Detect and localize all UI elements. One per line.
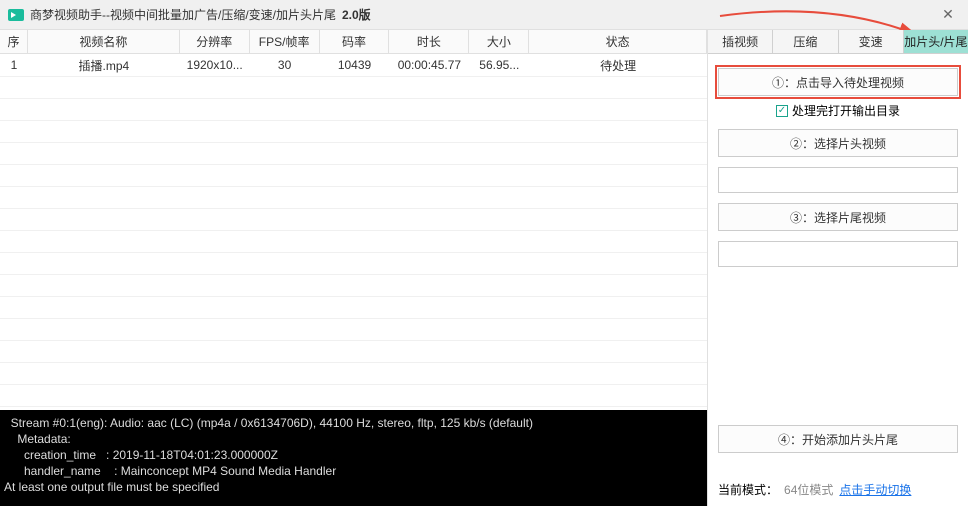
mode-value: 64位模式 [784,481,833,498]
cell-duration: 00:00:45.77 [389,54,469,76]
cell-size: 56.95... [469,54,529,76]
table-body: 1 插播.mp4 1920x10... 30 10439 00:00:45.77… [0,54,707,76]
table-row[interactable]: 1 插播.mp4 1920x10... 30 10439 00:00:45.77… [0,54,707,76]
tail-video-display [718,241,958,267]
col-fps[interactable]: FPS/帧率 [250,30,320,53]
col-bitrate[interactable]: 码率 [320,30,390,53]
right-pane: 插视频 压缩 变速 加片头/片尾 ①：点击导入待处理视频 ✓ 处理完打开输出目录… [708,30,968,506]
panel-head-tail: ①：点击导入待处理视频 ✓ 处理完打开输出目录 ②：选择片头视频 ③：选择片尾视… [708,54,968,473]
col-name[interactable]: 视频名称 [28,30,180,53]
cell-fps: 30 [250,54,320,76]
tab-bar: 插视频 压缩 变速 加片头/片尾 [708,30,968,54]
cell-name: 插播.mp4 [28,54,180,76]
mode-row: 当前模式： 64位模式 点击手动切换 [708,473,968,506]
cell-index: 1 [0,54,28,76]
col-resolution[interactable]: 分辨率 [180,30,250,53]
mode-switch-link[interactable]: 点击手动切换 [839,481,911,498]
table-empty-area [0,76,707,410]
col-index[interactable]: 序 [0,30,28,53]
col-status[interactable]: 状态 [529,30,707,53]
col-duration[interactable]: 时长 [389,30,469,53]
open-output-checkbox-row[interactable]: ✓ 处理完打开输出目录 [718,102,958,119]
col-size[interactable]: 大小 [469,30,529,53]
head-video-display [718,167,958,193]
cell-resolution: 1920x10... [180,54,250,76]
window-version: 2.0版 [342,6,371,23]
title-bar: 商梦视频助手--视频中间批量加广告/压缩/变速/加片头片尾 2.0版 ✕ [0,0,968,30]
table-header: 序 视频名称 分辨率 FPS/帧率 码率 时长 大小 状态 [0,30,707,54]
console-output[interactable]: Stream #0:1(eng): Audio: aac (LC) (mp4a … [0,410,707,506]
app-icon [8,9,24,21]
close-button[interactable]: ✕ [936,3,960,27]
tab-insert-video[interactable]: 插视频 [708,30,773,53]
tab-speed[interactable]: 变速 [839,30,904,53]
select-head-button[interactable]: ②：选择片头视频 [718,129,958,157]
cell-bitrate: 10439 [320,54,390,76]
open-output-label: 处理完打开输出目录 [792,102,900,119]
start-add-button[interactable]: ④：开始添加片头片尾 [718,425,958,453]
tab-head-tail[interactable]: 加片头/片尾 [904,30,968,53]
checkbox-icon: ✓ [776,105,788,117]
select-tail-button[interactable]: ③：选择片尾视频 [718,203,958,231]
left-pane: 序 视频名称 分辨率 FPS/帧率 码率 时长 大小 状态 1 插播.mp4 1… [0,30,708,506]
cell-status: 待处理 [529,54,707,76]
tab-compress[interactable]: 压缩 [773,30,838,53]
mode-label: 当前模式： [718,481,778,498]
window-title: 商梦视频助手--视频中间批量加广告/压缩/变速/加片头片尾 [30,6,336,23]
import-videos-button[interactable]: ①：点击导入待处理视频 [718,68,958,96]
